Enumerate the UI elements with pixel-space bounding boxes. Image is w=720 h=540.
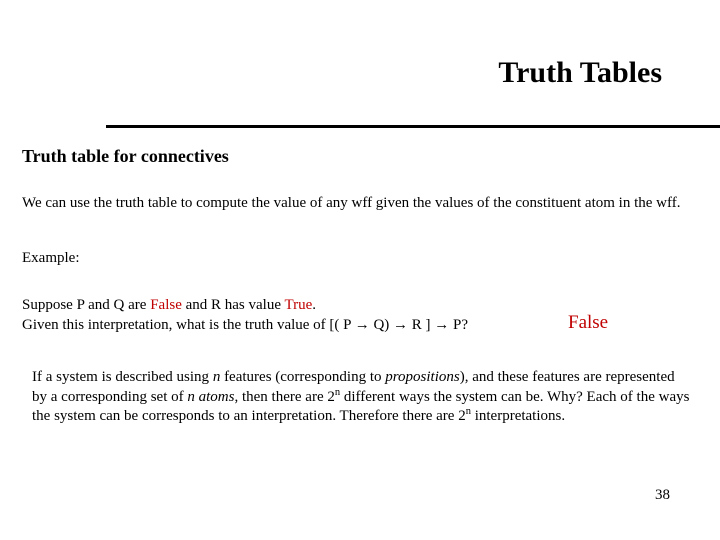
para-t2: features (corresponding to bbox=[220, 369, 385, 385]
line2-prefix: Given this interpretation, what is the t… bbox=[22, 317, 355, 333]
explanation-paragraph: If a system is described using n feature… bbox=[32, 368, 692, 427]
arrow-icon: → bbox=[355, 317, 370, 333]
slide-title: Truth Tables bbox=[498, 56, 662, 90]
intro-text: We can use the truth table to compute th… bbox=[22, 194, 702, 213]
section-heading: Truth table for connectives bbox=[22, 146, 229, 167]
line2-mid1: Q) bbox=[370, 317, 393, 333]
suppose-mid1: and R has value bbox=[182, 297, 285, 313]
false-word: False bbox=[150, 297, 182, 313]
para-t7: interpretations. bbox=[471, 408, 565, 424]
horizontal-rule bbox=[106, 125, 720, 128]
line2-mid2: R ] bbox=[408, 317, 434, 333]
answer-value: False bbox=[568, 312, 608, 334]
page-number: 38 bbox=[655, 487, 670, 504]
line2-suffix: P? bbox=[449, 317, 468, 333]
para-t4: atoms bbox=[195, 389, 235, 405]
example-label: Example: bbox=[22, 250, 79, 267]
suppose-prefix: Suppose P and Q are bbox=[22, 297, 150, 313]
suppose-period: . bbox=[312, 297, 316, 313]
para-t5: , then there are 2 bbox=[234, 389, 334, 405]
true-word: True bbox=[284, 297, 312, 313]
para-propositions: propositions bbox=[385, 369, 459, 385]
arrow-icon: → bbox=[393, 317, 408, 333]
arrow-icon: → bbox=[434, 317, 449, 333]
para-n2: n bbox=[187, 389, 195, 405]
para-t1: If a system is described using bbox=[32, 369, 213, 385]
